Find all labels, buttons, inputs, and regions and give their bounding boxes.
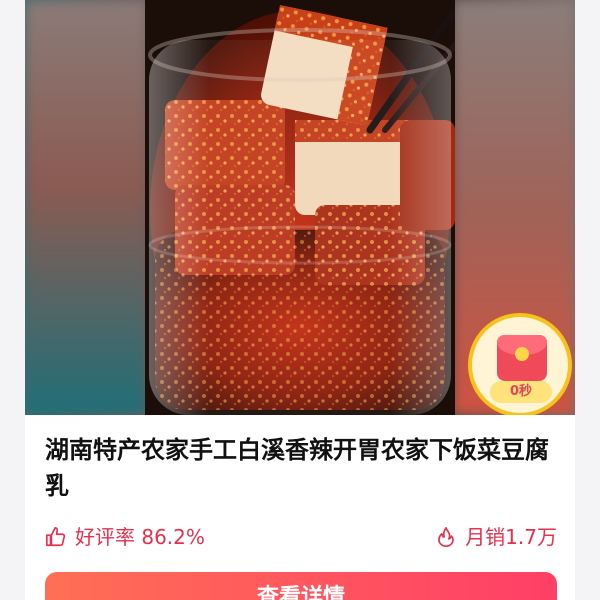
product-title[interactable]: 湖南特产农家手工白溪香辣开胃农家下饭菜豆腐乳 bbox=[45, 432, 560, 504]
view-details-button[interactable]: 查看详情 bbox=[45, 572, 557, 600]
image-blur-left bbox=[25, 0, 147, 415]
red-packet-badge[interactable]: 0秒 bbox=[468, 313, 572, 415]
red-envelope-icon bbox=[497, 335, 547, 381]
tofu-jar-photo bbox=[145, 0, 455, 415]
countdown-timer: 0秒 bbox=[490, 381, 552, 403]
sales-stat: 月销1.7万 bbox=[435, 522, 557, 552]
flame-icon bbox=[438, 527, 455, 547]
rating-text: 好评率 86.2% bbox=[75, 525, 205, 549]
product-image[interactable]: 0秒 bbox=[25, 0, 575, 415]
product-card[interactable]: 0秒 湖南特产农家手工白溪香辣开胃农家下饭菜豆腐乳 好评率 86.2% 月销1.… bbox=[25, 0, 575, 600]
sales-text: 月销1.7万 bbox=[465, 525, 557, 549]
product-stats: 好评率 86.2% 月销1.7万 bbox=[45, 522, 557, 552]
thumbs-up-icon bbox=[46, 527, 66, 547]
envelope-seal bbox=[515, 347, 529, 361]
rating-stat: 好评率 86.2% bbox=[45, 522, 205, 552]
